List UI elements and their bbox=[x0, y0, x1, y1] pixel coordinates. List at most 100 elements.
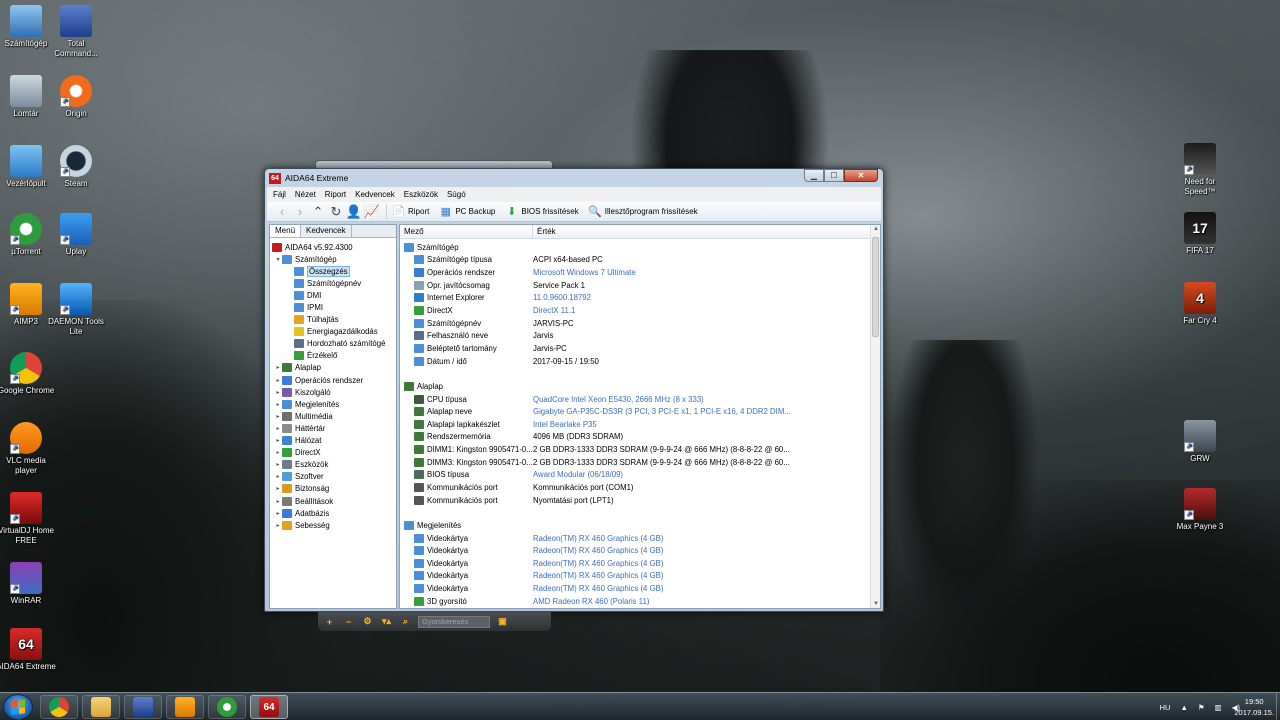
expand-icon[interactable]: ▸ bbox=[274, 364, 282, 371]
flag-icon[interactable]: ⚑ bbox=[1198, 703, 1205, 712]
forward-icon[interactable]: › bbox=[291, 204, 309, 220]
desktop-icon-vlc[interactable]: ↗ VLC media player bbox=[0, 422, 56, 476]
value-link[interactable]: Radeon(TM) RX 460 Graphics (4 GB) bbox=[533, 546, 863, 555]
table-row[interactable]: Kommunikációs port Nyomtatási port (LPT1) bbox=[400, 494, 880, 507]
desktop-icon-maxpayne[interactable]: ↗ Max Payne 3 bbox=[1170, 488, 1230, 532]
taskbar-item-chrome[interactable] bbox=[40, 695, 78, 719]
desktop-icon-uplay[interactable]: ↗ Uplay bbox=[46, 213, 106, 257]
menu-item-1[interactable]: Nézet bbox=[295, 190, 316, 199]
tree-item[interactable]: ▸ Szoftver bbox=[270, 471, 396, 483]
tree-item[interactable]: ▸ Alaplap bbox=[270, 362, 396, 374]
desktop-icon-floppy[interactable]: Total Command... bbox=[46, 5, 106, 59]
scrollbar-thumb[interactable] bbox=[872, 237, 879, 337]
table-row[interactable]: CPU típusa QuadCore Intel Xeon E5430, 266… bbox=[400, 393, 880, 406]
tree-item[interactable]: ▸ Operációs rendszer bbox=[270, 374, 396, 386]
value-link[interactable]: Microsoft Windows 7 Ultimate bbox=[533, 268, 863, 277]
value-link[interactable]: AMD Radeon RX 460 (Polaris 11) bbox=[533, 597, 863, 606]
table-row[interactable]: Videokártya Radeon(TM) RX 460 Graphics (4… bbox=[400, 582, 880, 595]
tree-item[interactable]: ▸ Adatbázis bbox=[270, 507, 396, 519]
toolbar-button-download-arrow[interactable]: ⬇ BIOS frissítések bbox=[505, 205, 578, 218]
refresh-icon[interactable]: ↻ bbox=[327, 204, 345, 220]
tree-item[interactable]: ▸ Kiszolgáló bbox=[270, 386, 396, 398]
table-row[interactable]: BIOS típusa Award Modular (06/18/09) bbox=[400, 469, 880, 482]
tree-item[interactable]: Hordozható számítógé bbox=[270, 338, 396, 350]
menu-item-0[interactable]: Fájl bbox=[273, 190, 286, 199]
table-row[interactable]: Operációs rendszer Microsoft Windows 7 Ul… bbox=[400, 266, 880, 279]
tree-item[interactable]: Túlhajtás bbox=[270, 314, 396, 326]
show-desktop-button[interactable] bbox=[1276, 693, 1280, 720]
desktop-icon-aida64[interactable]: 64 AIDA64 Extreme bbox=[0, 628, 56, 672]
toolbar-button-report[interactable]: 📄 Riport bbox=[392, 205, 430, 218]
value-link[interactable]: Radeon(TM) RX 460 Graphics (4 GB) bbox=[533, 584, 863, 593]
section-header[interactable]: Alaplap bbox=[400, 380, 880, 393]
tree-item[interactable]: ▸ Sebesség bbox=[270, 519, 396, 531]
tree-item[interactable]: ▸ Megjelenítés bbox=[270, 398, 396, 410]
scroll-up-arrow-icon[interactable]: ▲ bbox=[872, 226, 880, 232]
tree-item[interactable]: ▾ Számítógép bbox=[270, 253, 396, 265]
expand-icon[interactable]: ▸ bbox=[274, 522, 282, 529]
vertical-scrollbar[interactable]: ▲ ▼ bbox=[870, 225, 880, 608]
remove-icon[interactable]: − bbox=[342, 616, 355, 627]
menu-item-3[interactable]: Kedvencek bbox=[355, 190, 395, 199]
toolbar-button-backup[interactable]: ▦ PC Backup bbox=[439, 205, 496, 218]
tab-favorites[interactable]: Kedvencek bbox=[301, 225, 352, 237]
taskbar-item-aimp[interactable] bbox=[166, 695, 204, 719]
desktop-icon-nfs[interactable]: ↗ Need for Speed™ bbox=[1170, 143, 1230, 197]
expand-icon[interactable]: ▸ bbox=[274, 401, 282, 408]
tree-item[interactable]: Számítógépnév bbox=[270, 277, 396, 289]
tree-item[interactable]: AIDA64 v5.92.4300 bbox=[270, 241, 396, 253]
table-row[interactable]: Internet Explorer 11.0.9600.18792 bbox=[400, 292, 880, 305]
value-link[interactable]: DirectX 11.1 bbox=[533, 306, 863, 315]
section-header[interactable]: Számítógép bbox=[400, 241, 880, 254]
table-row[interactable]: Kommunikációs port Kommunikációs port (CO… bbox=[400, 481, 880, 494]
expand-icon[interactable]: ▸ bbox=[274, 377, 282, 384]
start-button[interactable] bbox=[3, 694, 33, 720]
maximize-button[interactable]: ☐ bbox=[824, 169, 844, 182]
table-row[interactable]: Rendszermemória 4096 MB (DDR3 SDRAM) bbox=[400, 431, 880, 444]
close-button[interactable]: ✕ bbox=[844, 169, 878, 182]
expand-icon[interactable]: ▸ bbox=[274, 461, 282, 468]
tree-item[interactable]: IPMI bbox=[270, 301, 396, 313]
column-header-field[interactable]: Mező bbox=[400, 225, 533, 238]
tree-item[interactable]: Érzékelő bbox=[270, 350, 396, 362]
toolbar-button-search[interactable]: 🔍 Illesztőprogram frissítések bbox=[588, 205, 697, 218]
table-row[interactable]: Alaplapi lapkakészlet Intel Bearlake P35 bbox=[400, 418, 880, 431]
tree-item[interactable]: ▸ Multimédia bbox=[270, 410, 396, 422]
tree-item[interactable]: DMI bbox=[270, 289, 396, 301]
menu-item-4[interactable]: Eszközök bbox=[404, 190, 438, 199]
table-row[interactable]: Videokártya Radeon(TM) RX 460 Graphics (4… bbox=[400, 570, 880, 583]
value-link[interactable]: Award Modular (06/18/09) bbox=[533, 470, 863, 479]
table-row[interactable]: DIMM1: Kingston 9905471-0... 2 GB DDR3-13… bbox=[400, 443, 880, 456]
desktop-icon-steam[interactable]: ↗ Steam bbox=[46, 145, 106, 189]
collapse-icon[interactable]: ▾ bbox=[274, 256, 282, 263]
tree-item[interactable]: ▸ DirectX bbox=[270, 447, 396, 459]
table-row[interactable]: Opr. javítócsomag Service Pack 1 bbox=[400, 279, 880, 292]
taskbar-item-total-commander[interactable] bbox=[124, 695, 162, 719]
expand-icon[interactable]: ▸ bbox=[274, 485, 282, 492]
table-row[interactable]: Dátum / idő 2017-09-15 / 19:50 bbox=[400, 355, 880, 368]
expand-icon[interactable]: ▸ bbox=[274, 413, 282, 420]
section-header[interactable]: Megjelenítés bbox=[400, 519, 880, 532]
tree-item[interactable]: ▸ Biztonság bbox=[270, 483, 396, 495]
tree-item[interactable]: Energiagazdálkodás bbox=[270, 326, 396, 338]
table-row[interactable]: 3D gyorsító AMD Radeon RX 460 (Polaris 11… bbox=[400, 595, 880, 608]
back-icon[interactable]: ‹ bbox=[273, 204, 291, 220]
tree-item[interactable]: ▸ Beállítások bbox=[270, 495, 396, 507]
network-icon[interactable]: ▥ bbox=[1215, 703, 1222, 712]
table-row[interactable]: Számítógépnév JARVIS-PC bbox=[400, 317, 880, 330]
table-row[interactable]: DirectX DirectX 11.1 bbox=[400, 304, 880, 317]
chart-icon[interactable]: 📈 bbox=[363, 204, 381, 220]
expand-icon[interactable]: ▸ bbox=[274, 437, 282, 444]
menu-item-5[interactable]: Súgó bbox=[447, 190, 466, 199]
table-row[interactable]: Videokártya Radeon(TM) RX 460 Graphics (4… bbox=[400, 557, 880, 570]
lock-icon[interactable]: ▣ bbox=[496, 616, 509, 627]
column-header-value[interactable]: Érték bbox=[533, 225, 880, 238]
taskbar-item-aida64[interactable]: 64 bbox=[250, 695, 288, 719]
table-row[interactable]: Alaplap neve Gigabyte GA-P35C-DS3R (3 PCI… bbox=[400, 405, 880, 418]
tab-menu[interactable]: Menü bbox=[270, 225, 302, 237]
table-row[interactable]: Számítógép típusa ACPI x64-based PC bbox=[400, 254, 880, 267]
desktop-icon-winrar[interactable]: ↗ WinRAR bbox=[0, 562, 56, 606]
table-row[interactable]: Videokártya Radeon(TM) RX 460 Graphics (4… bbox=[400, 544, 880, 557]
desktop-icon-daemon-tools[interactable]: ↗ DAEMON Tools Lite bbox=[46, 283, 106, 337]
sort-icon[interactable]: ▾▴ bbox=[380, 616, 393, 627]
